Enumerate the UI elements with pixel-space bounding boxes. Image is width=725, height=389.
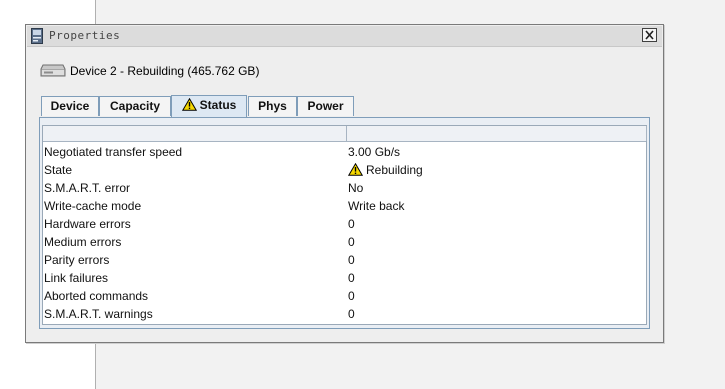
property-name: Hardware errors [44, 217, 131, 231]
table-row[interactable]: Write-cache mode Write back [43, 197, 646, 215]
property-name: Parity errors [44, 253, 110, 267]
status-panel: Negotiated transfer speed 3.00 Gb/s Stat… [39, 117, 650, 329]
table-header [43, 126, 647, 142]
property-value: No [348, 181, 364, 195]
properties-dialog: Properties Device 2 - Rebuilding (465.76… [25, 24, 664, 343]
property-name: S.M.A.R.T. error [44, 181, 131, 195]
close-icon [645, 30, 654, 40]
property-value: 0 [348, 289, 355, 303]
property-value: 0 [348, 271, 355, 285]
close-button[interactable] [642, 28, 657, 42]
property-value: 0 [348, 217, 355, 231]
table-row[interactable]: Aborted commands 0 [43, 287, 646, 305]
tab-label: Phys [258, 99, 287, 113]
status-table: Negotiated transfer speed 3.00 Gb/s Stat… [42, 125, 647, 325]
property-value: 3.00 Gb/s [348, 145, 401, 159]
tab-label: Device [50, 99, 90, 113]
hard-drive-icon [40, 64, 66, 77]
table-row[interactable]: Hardware errors 0 [43, 215, 646, 233]
table-row[interactable]: S.M.A.R.T. error No [43, 179, 646, 197]
property-name: Medium errors [44, 235, 122, 249]
tab-device[interactable]: Device [41, 96, 99, 116]
tab-label: Status [199, 98, 237, 112]
tab-label: Power [307, 99, 344, 113]
warning-icon [348, 163, 363, 176]
property-value-with-icon: Rebuilding [348, 163, 423, 177]
tab-label: Capacity [109, 99, 161, 113]
property-name: S.M.A.R.T. warnings [44, 307, 153, 321]
property-name: Aborted commands [44, 289, 149, 303]
property-value: Rebuilding [366, 163, 423, 177]
column-header-value[interactable] [347, 126, 647, 141]
dialog-title: Properties [49, 29, 121, 42]
title-bar[interactable]: Properties [27, 26, 662, 47]
property-value: 0 [348, 307, 355, 321]
tab-status[interactable]: Status [171, 95, 247, 117]
property-value: 0 [348, 253, 355, 267]
column-header-property[interactable] [43, 126, 347, 141]
property-value: 0 [348, 235, 355, 249]
tab-phys[interactable]: Phys [248, 96, 297, 116]
tab-capacity[interactable]: Capacity [99, 96, 171, 116]
table-row[interactable]: Link failures 0 [43, 269, 646, 287]
table-row[interactable]: State Rebuilding [43, 161, 646, 179]
table-row[interactable]: Negotiated transfer speed 3.00 Gb/s [43, 143, 646, 161]
tab-power[interactable]: Power [297, 96, 354, 116]
property-name: Link failures [44, 271, 109, 285]
device-title: Device 2 - Rebuilding (465.762 GB) [70, 64, 260, 78]
window-app-icon [31, 28, 43, 44]
table-row[interactable]: Parity errors 0 [43, 251, 646, 269]
property-name: Negotiated transfer speed [44, 145, 183, 159]
property-name: Write-cache mode [44, 199, 142, 213]
table-row[interactable]: Medium errors 0 [43, 233, 646, 251]
table-row[interactable]: S.M.A.R.T. warnings 0 [43, 305, 646, 323]
warning-icon [181, 98, 197, 111]
property-name: State [44, 163, 73, 177]
property-value: Write back [348, 199, 405, 213]
